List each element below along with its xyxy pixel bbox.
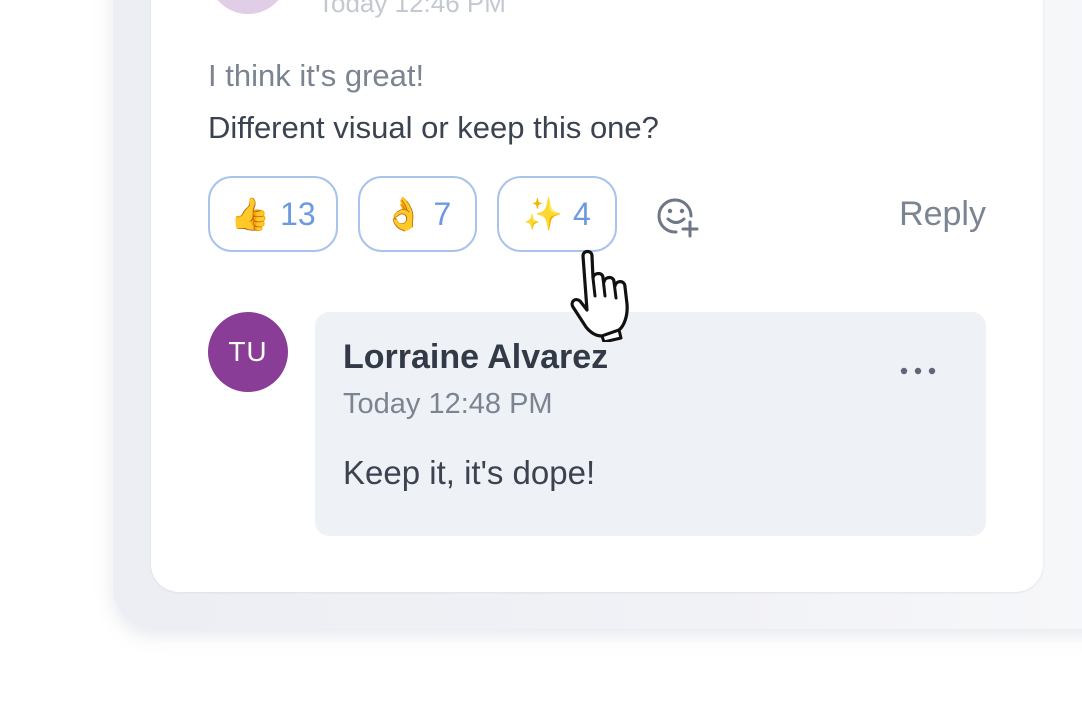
add-reaction-icon[interactable]: [654, 194, 700, 240]
reply-timestamp: Today 12:48 PM: [343, 388, 553, 420]
reply-button[interactable]: Reply: [899, 195, 986, 234]
reply-author-name: Lorraine Alvarez: [343, 338, 609, 376]
comment-timestamp: Today 12:46 PM: [318, 0, 506, 18]
reaction-count: 7: [433, 195, 452, 232]
sparkles-icon: ✨: [523, 195, 564, 233]
thumbs-up-icon: 👍: [230, 195, 271, 233]
reaction-count: 13: [280, 195, 316, 232]
reaction-sparkles[interactable]: ✨ 4: [497, 176, 617, 252]
reply-text: Keep it, it's dope!: [343, 454, 596, 491]
comment-line-1: I think it's great!: [208, 58, 425, 93]
more-horizontal-icon[interactable]: [898, 362, 938, 380]
reply-bubble: Lorraine Alvarez Today 12:48 PM Keep it,…: [315, 312, 986, 536]
ok-hand-icon: 👌: [383, 195, 424, 233]
reaction-thumbs-up[interactable]: 👍 13: [208, 176, 338, 252]
reaction-ok-hand[interactable]: 👌 7: [358, 176, 477, 252]
reaction-count: 4: [573, 195, 591, 232]
avatar: TU: [208, 312, 288, 392]
pointer-hand-cursor-icon: [565, 244, 651, 344]
comment-line-2: Different visual or keep this one?: [208, 110, 659, 145]
screen: Today 12:46 PM I think it's great! Diffe…: [0, 0, 1082, 705]
